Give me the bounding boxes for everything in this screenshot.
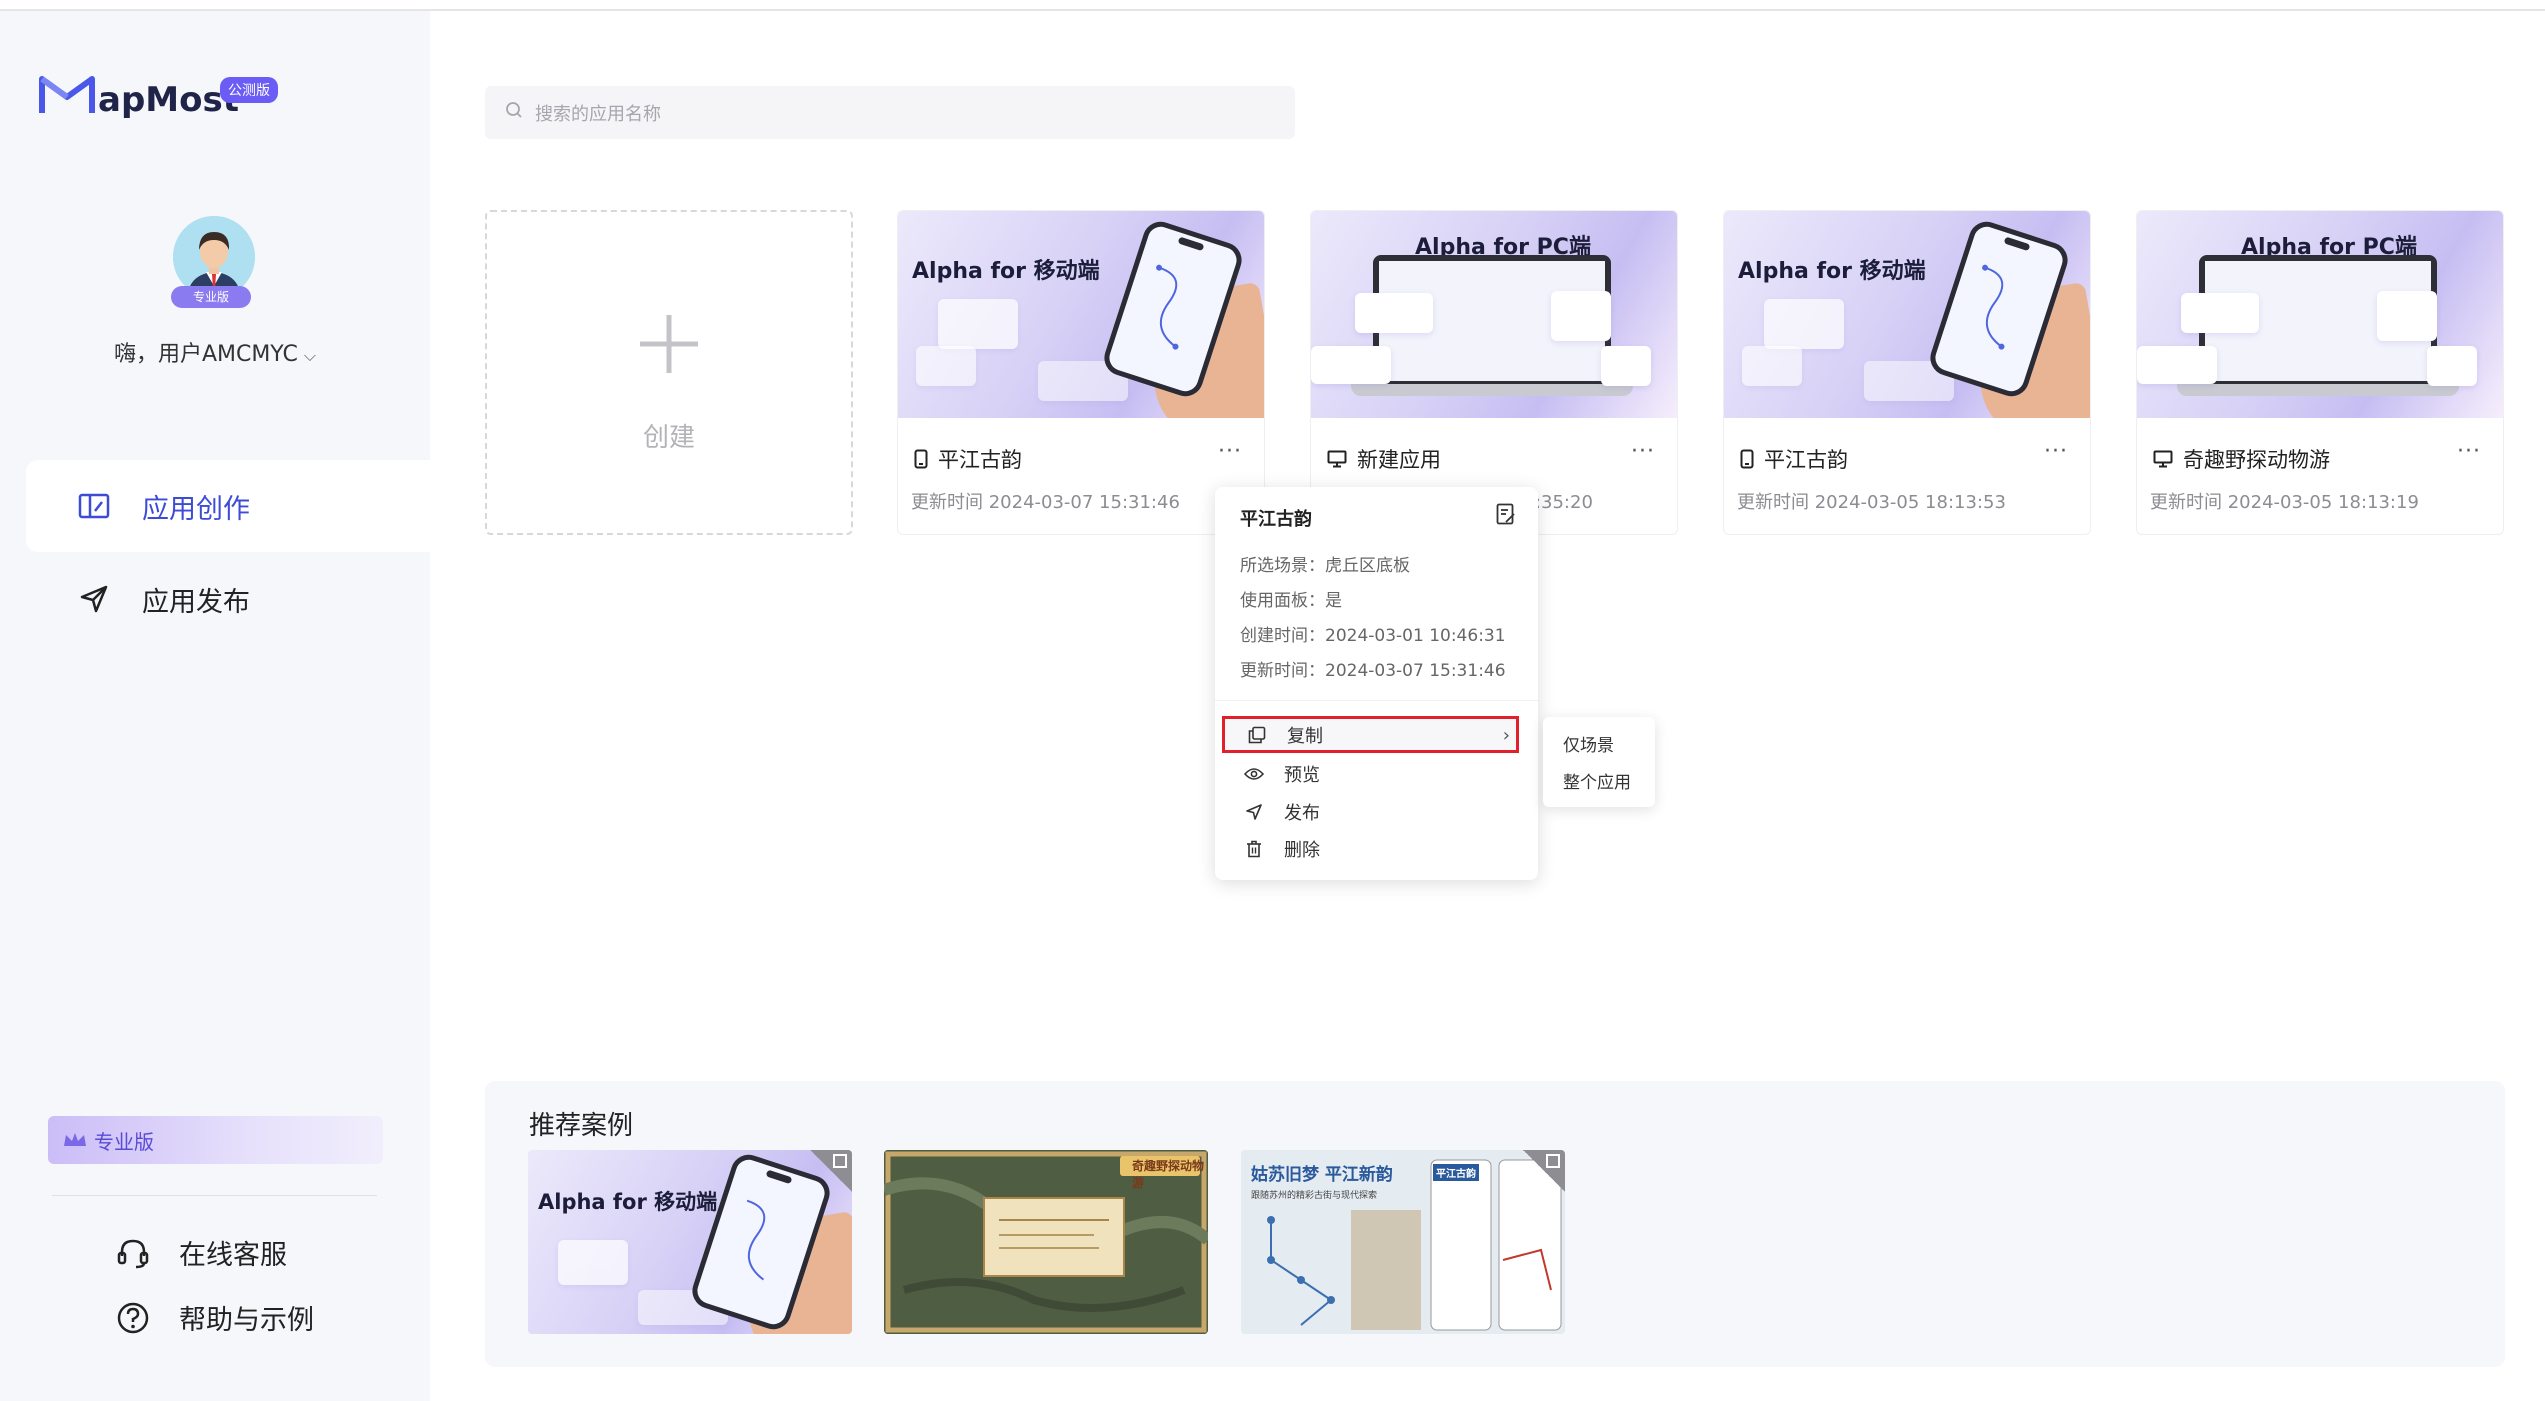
help-circle-icon [115, 1300, 151, 1336]
create-app-card[interactable]: 创建 [485, 210, 853, 535]
more-options-icon[interactable]: ··· [1218, 439, 1242, 464]
mobile-icon [914, 449, 928, 469]
mobile-icon [1740, 449, 1754, 469]
info-created: 创建时间：2024-03-01 10:46:31 [1240, 626, 1506, 646]
user-greeting: 嗨，用户AMCMYC [113, 342, 298, 367]
menu-copy[interactable]: 复制 › [1222, 716, 1519, 753]
case-card[interactable]: 姑苏旧梦 平江新韵 跟随苏州的精彩古街与现代探索 平江古韵 [1241, 1150, 1565, 1334]
thumb-title: Alpha for 移动端 [912, 259, 1100, 284]
create-label: 创建 [642, 423, 695, 453]
nav-app-create[interactable]: 应用创作 [26, 460, 430, 552]
case-thumb-title: 姑苏旧梦 平江新韵 [1251, 1165, 1393, 1185]
footer-label: 在线客服 [179, 1240, 287, 1271]
case-card[interactable]: 奇趣野探动物游 [884, 1150, 1208, 1334]
app-name: 平江古韵 [938, 448, 1022, 472]
headset-icon [115, 1235, 151, 1271]
sidebar: apMost 公测版 专业版 嗨，用户AMCMYC ⌵ 应用创作 应用发布 专业版 [0, 11, 430, 1401]
app-updated-time: 更新时间 2024-03-05 18:13:53 [1737, 492, 2006, 513]
qr-code-icon[interactable] [810, 1150, 852, 1192]
copy-icon [1247, 725, 1267, 745]
menu-label: 复制 [1287, 725, 1323, 747]
user-menu[interactable]: 嗨，用户AMCMYC ⌵ [0, 336, 430, 368]
send-icon [74, 579, 114, 619]
menu-publish[interactable]: 发布 [1222, 793, 1519, 830]
trash-icon [1244, 839, 1264, 859]
app-thumbnail: Alpha for 移动端 [898, 211, 1264, 418]
menu-preview[interactable]: 预览 [1222, 755, 1519, 792]
online-service-link[interactable]: 在线客服 [115, 1233, 287, 1272]
qr-code-icon[interactable] [1523, 1150, 1565, 1192]
desktop-icon [1327, 450, 1347, 468]
menu-delete[interactable]: 删除 [1222, 830, 1519, 867]
app-thumbnail: Alpha for PC端 [1311, 211, 1677, 418]
app-name: 奇趣野探动物游 [2183, 448, 2330, 472]
chevron-right-icon: › [1502, 725, 1510, 746]
search-placeholder: 搜索的应用名称 [535, 103, 661, 125]
chevron-down-icon: ⌵ [303, 346, 317, 365]
pro-banner-label: 专业版 [94, 1129, 154, 1154]
app-card[interactable]: Alpha for 移动端 平江古韵 ··· 更新时间 2024-03-05 1… [1723, 210, 2091, 535]
case-thumbnail: Alpha for 移动端 [528, 1150, 852, 1334]
footer-label: 帮助与示例 [179, 1305, 314, 1336]
copy-submenu: 仅场景 整个应用 [1543, 717, 1655, 807]
more-options-icon[interactable]: ··· [1631, 439, 1655, 464]
crown-icon [64, 1133, 86, 1146]
pro-banner[interactable]: 专业版 [48, 1116, 383, 1164]
info-panel: 使用面板：是 [1240, 591, 1342, 611]
popover-title: 平江古韵 [1240, 509, 1312, 530]
info-updated: 更新时间：2024-03-07 15:31:46 [1240, 661, 1506, 681]
logo[interactable]: apMost [38, 73, 239, 117]
top-border [0, 0, 2545, 11]
popover-divider [1215, 700, 1538, 701]
menu-label: 删除 [1284, 839, 1320, 861]
info-scene: 所选场景：虎丘区底板 [1240, 556, 1410, 576]
menu-label: 发布 [1284, 802, 1320, 824]
eye-icon [1244, 764, 1264, 784]
case-thumb-title: 奇趣野探动物游 [1132, 1159, 1205, 1190]
recommended-section: 推荐案例 Alpha for 移动端 奇趣野探动物游 姑苏旧梦 平江新韵 跟随苏… [485, 1081, 2505, 1367]
pro-tier-tag: 专业版 [171, 286, 251, 308]
app-card[interactable]: Alpha for PC端 奇趣野探动物游 ··· 更新时间 2024-03-0… [2136, 210, 2504, 535]
sidebar-divider [52, 1195, 377, 1196]
beta-badge: 公测版 [220, 77, 278, 103]
help-link[interactable]: 帮助与示例 [115, 1298, 314, 1337]
nav-app-publish[interactable]: 应用发布 [26, 553, 430, 645]
send-icon [1244, 802, 1264, 822]
more-options-icon[interactable]: ··· [2457, 439, 2481, 464]
app-thumbnail: Alpha for 移动端 [1724, 211, 2090, 418]
thumb-title: Alpha for 移动端 [1738, 259, 1926, 284]
case-side-title: 平江古韵 [1433, 1164, 1479, 1181]
app-create-icon [74, 486, 114, 526]
search-input[interactable]: 搜索的应用名称 [485, 86, 1295, 139]
section-title: 推荐案例 [529, 1111, 634, 1141]
menu-label: 预览 [1284, 764, 1320, 786]
case-card[interactable]: Alpha for 移动端 [528, 1150, 852, 1334]
app-updated-time: 更新时间 2024-03-07 15:31:46 [911, 492, 1180, 513]
case-thumb-subtitle: 跟随苏州的精彩古街与现代探索 [1251, 1191, 1378, 1201]
case-thumb-title: Alpha for 移动端 [538, 1190, 718, 1214]
nav-label: 应用发布 [142, 586, 250, 618]
nav-label: 应用创作 [142, 493, 250, 525]
app-card[interactable]: Alpha for 移动端 平江古韵 ··· 更新时间 2024-03-07 1… [897, 210, 1265, 535]
mapmost-m-icon [39, 76, 95, 113]
app-thumbnail: Alpha for PC端 [2137, 211, 2503, 418]
more-options-icon[interactable]: ··· [2044, 439, 2068, 464]
plus-icon [487, 302, 851, 392]
app-name: 平江古韵 [1764, 448, 1848, 472]
app-name: 新建应用 [1357, 448, 1441, 472]
search-icon [505, 101, 523, 124]
app-detail-popover: 平江古韵 所选场景：虎丘区底板 使用面板：是 创建时间：2024-03-01 1… [1215, 487, 1538, 880]
submenu-scene-only[interactable]: 仅场景 [1563, 731, 1614, 756]
submenu-whole-app[interactable]: 整个应用 [1563, 768, 1631, 793]
app-updated-time: 更新时间 2024-03-05 18:13:19 [2150, 492, 2419, 513]
desktop-icon [2153, 450, 2173, 468]
logo-text: apMost [98, 80, 239, 120]
edit-icon[interactable] [1496, 503, 1516, 529]
